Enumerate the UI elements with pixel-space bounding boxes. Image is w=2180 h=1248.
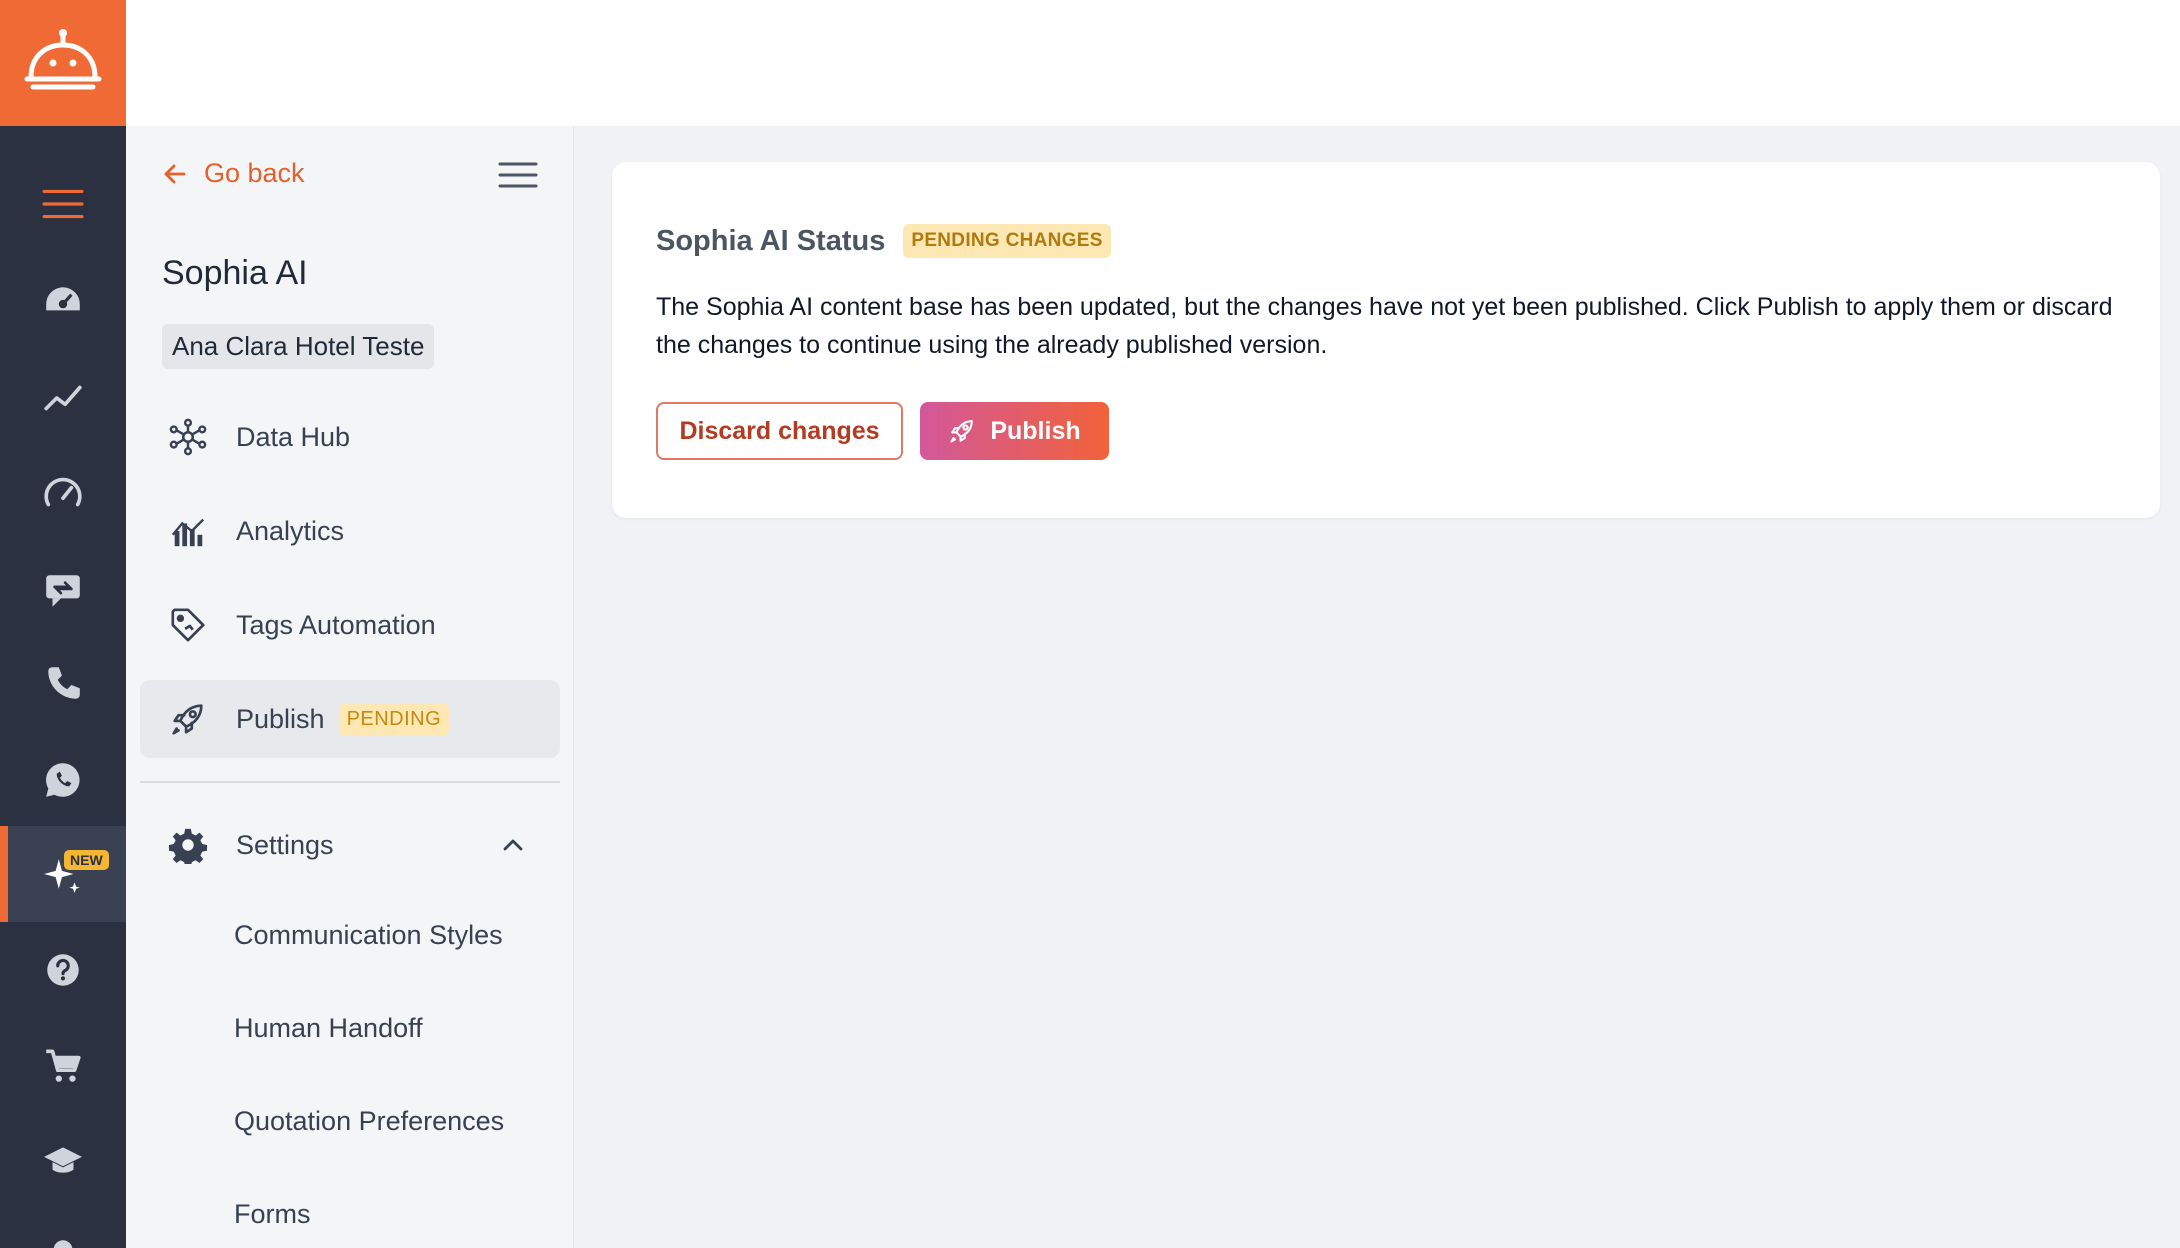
rail-phone[interactable] (0, 636, 126, 732)
menu-icon (42, 189, 84, 219)
network-hub-icon (169, 418, 207, 456)
left-rail: NEW (0, 0, 126, 1248)
rail-dashboard[interactable] (0, 254, 126, 350)
nav-item-data-hub[interactable]: Data Hub (140, 398, 560, 476)
nav-label-analytics: Analytics (236, 515, 345, 546)
trend-icon (44, 385, 82, 411)
graduation-cap-icon (44, 1147, 82, 1173)
rail-whatsapp[interactable] (0, 732, 126, 828)
nav-item-publish[interactable]: Publish PENDING (140, 680, 560, 758)
publish-button[interactable]: Publish (920, 402, 1109, 460)
nav-item-tags-automation[interactable]: Tags Automation (140, 586, 560, 664)
help-icon (47, 954, 79, 986)
pending-badge: PENDING (338, 702, 450, 736)
settings-item-forms[interactable]: Forms (234, 1199, 311, 1230)
nav-label-data-hub: Data Hub (236, 421, 351, 452)
card-title: Sophia AI Status (656, 224, 886, 257)
settings-item-human-handoff[interactable]: Human Handoff (234, 1013, 423, 1044)
rocket-icon (950, 420, 974, 443)
publish-button-label: Publish (990, 416, 1081, 445)
nav-item-analytics[interactable]: Analytics (140, 492, 560, 570)
chat-exchange-icon (46, 575, 80, 607)
settings-item-communication-styles[interactable]: Communication Styles (234, 920, 503, 951)
new-badge: NEW (64, 850, 109, 870)
chevron-up-icon[interactable] (500, 832, 526, 858)
user-icon (53, 1240, 73, 1248)
dashboard-icon (46, 287, 80, 311)
settings-item-quotation-preferences[interactable]: Quotation Preferences (234, 1106, 504, 1137)
rail-menu[interactable] (0, 156, 126, 252)
rail-trends[interactable] (0, 350, 126, 446)
speedometer-icon (44, 477, 82, 507)
rail-conversations[interactable] (0, 542, 126, 638)
hotel-chip: Ana Clara Hotel Teste (162, 324, 435, 369)
tag-icon (171, 608, 205, 642)
rail-speed[interactable] (0, 446, 126, 542)
app-logo[interactable] (0, 0, 126, 126)
status-card-header: Sophia AI Status PENDING CHANGES (656, 224, 1111, 258)
whatsapp-icon (46, 763, 80, 797)
analytics-chart-icon (171, 518, 205, 547)
rocket-icon (172, 704, 203, 735)
rail-cart[interactable] (0, 1018, 126, 1114)
sophia-sidebar: Go back Sophia AI Ana Clara Hotel Teste … (126, 126, 574, 1248)
top-bar (126, 0, 2180, 126)
discard-changes-button[interactable]: Discard changes (656, 402, 903, 460)
cart-icon (46, 1049, 81, 1082)
sidebar-divider (140, 781, 560, 783)
rail-help[interactable] (0, 922, 126, 1018)
sidebar-title: Sophia AI (162, 254, 308, 292)
go-back-link[interactable]: Go back (162, 158, 305, 189)
gear-icon (169, 828, 207, 864)
rail-academy[interactable] (0, 1112, 126, 1208)
nav-label-publish: Publish (236, 703, 325, 734)
phone-icon (48, 667, 80, 699)
nav-item-settings[interactable]: Settings (140, 806, 560, 884)
rail-more[interactable] (0, 1208, 126, 1248)
sidebar-menu-button[interactable] (498, 160, 538, 190)
nav-label-settings: Settings (236, 829, 334, 860)
status-card: Sophia AI Status PENDING CHANGES The Sop… (612, 162, 2160, 518)
robot-bell-icon (24, 29, 102, 90)
status-description: The Sophia AI content base has been upda… (656, 293, 2113, 359)
rail-sophia-ai[interactable]: NEW (0, 826, 126, 922)
status-badge: PENDING CHANGES (903, 224, 1111, 258)
arrow-left-icon (164, 164, 186, 183)
nav-label-tags-automation: Tags Automation (236, 609, 436, 640)
go-back-label: Go back (204, 158, 305, 188)
hamburger-icon (498, 162, 538, 188)
